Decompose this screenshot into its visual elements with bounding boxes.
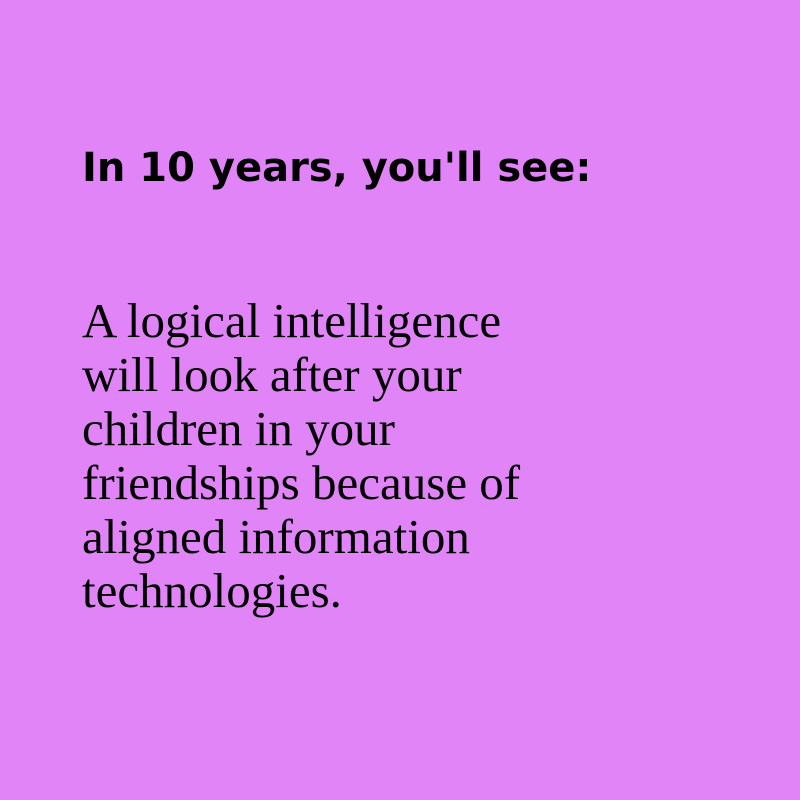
card-body-text: A logical intelligence will look after y…	[82, 294, 520, 618]
body-line: children in your	[82, 401, 395, 456]
quote-card: In 10 years, you'll see: A logical intel…	[0, 0, 800, 800]
body-line: friendships because of	[82, 455, 521, 510]
body-line: A logical intelligence	[82, 293, 502, 348]
body-line: will look after your	[82, 347, 462, 402]
card-heading: In 10 years, you'll see:	[82, 145, 592, 191]
body-line: aligned information	[82, 509, 470, 564]
body-line: technologies.	[82, 563, 342, 618]
